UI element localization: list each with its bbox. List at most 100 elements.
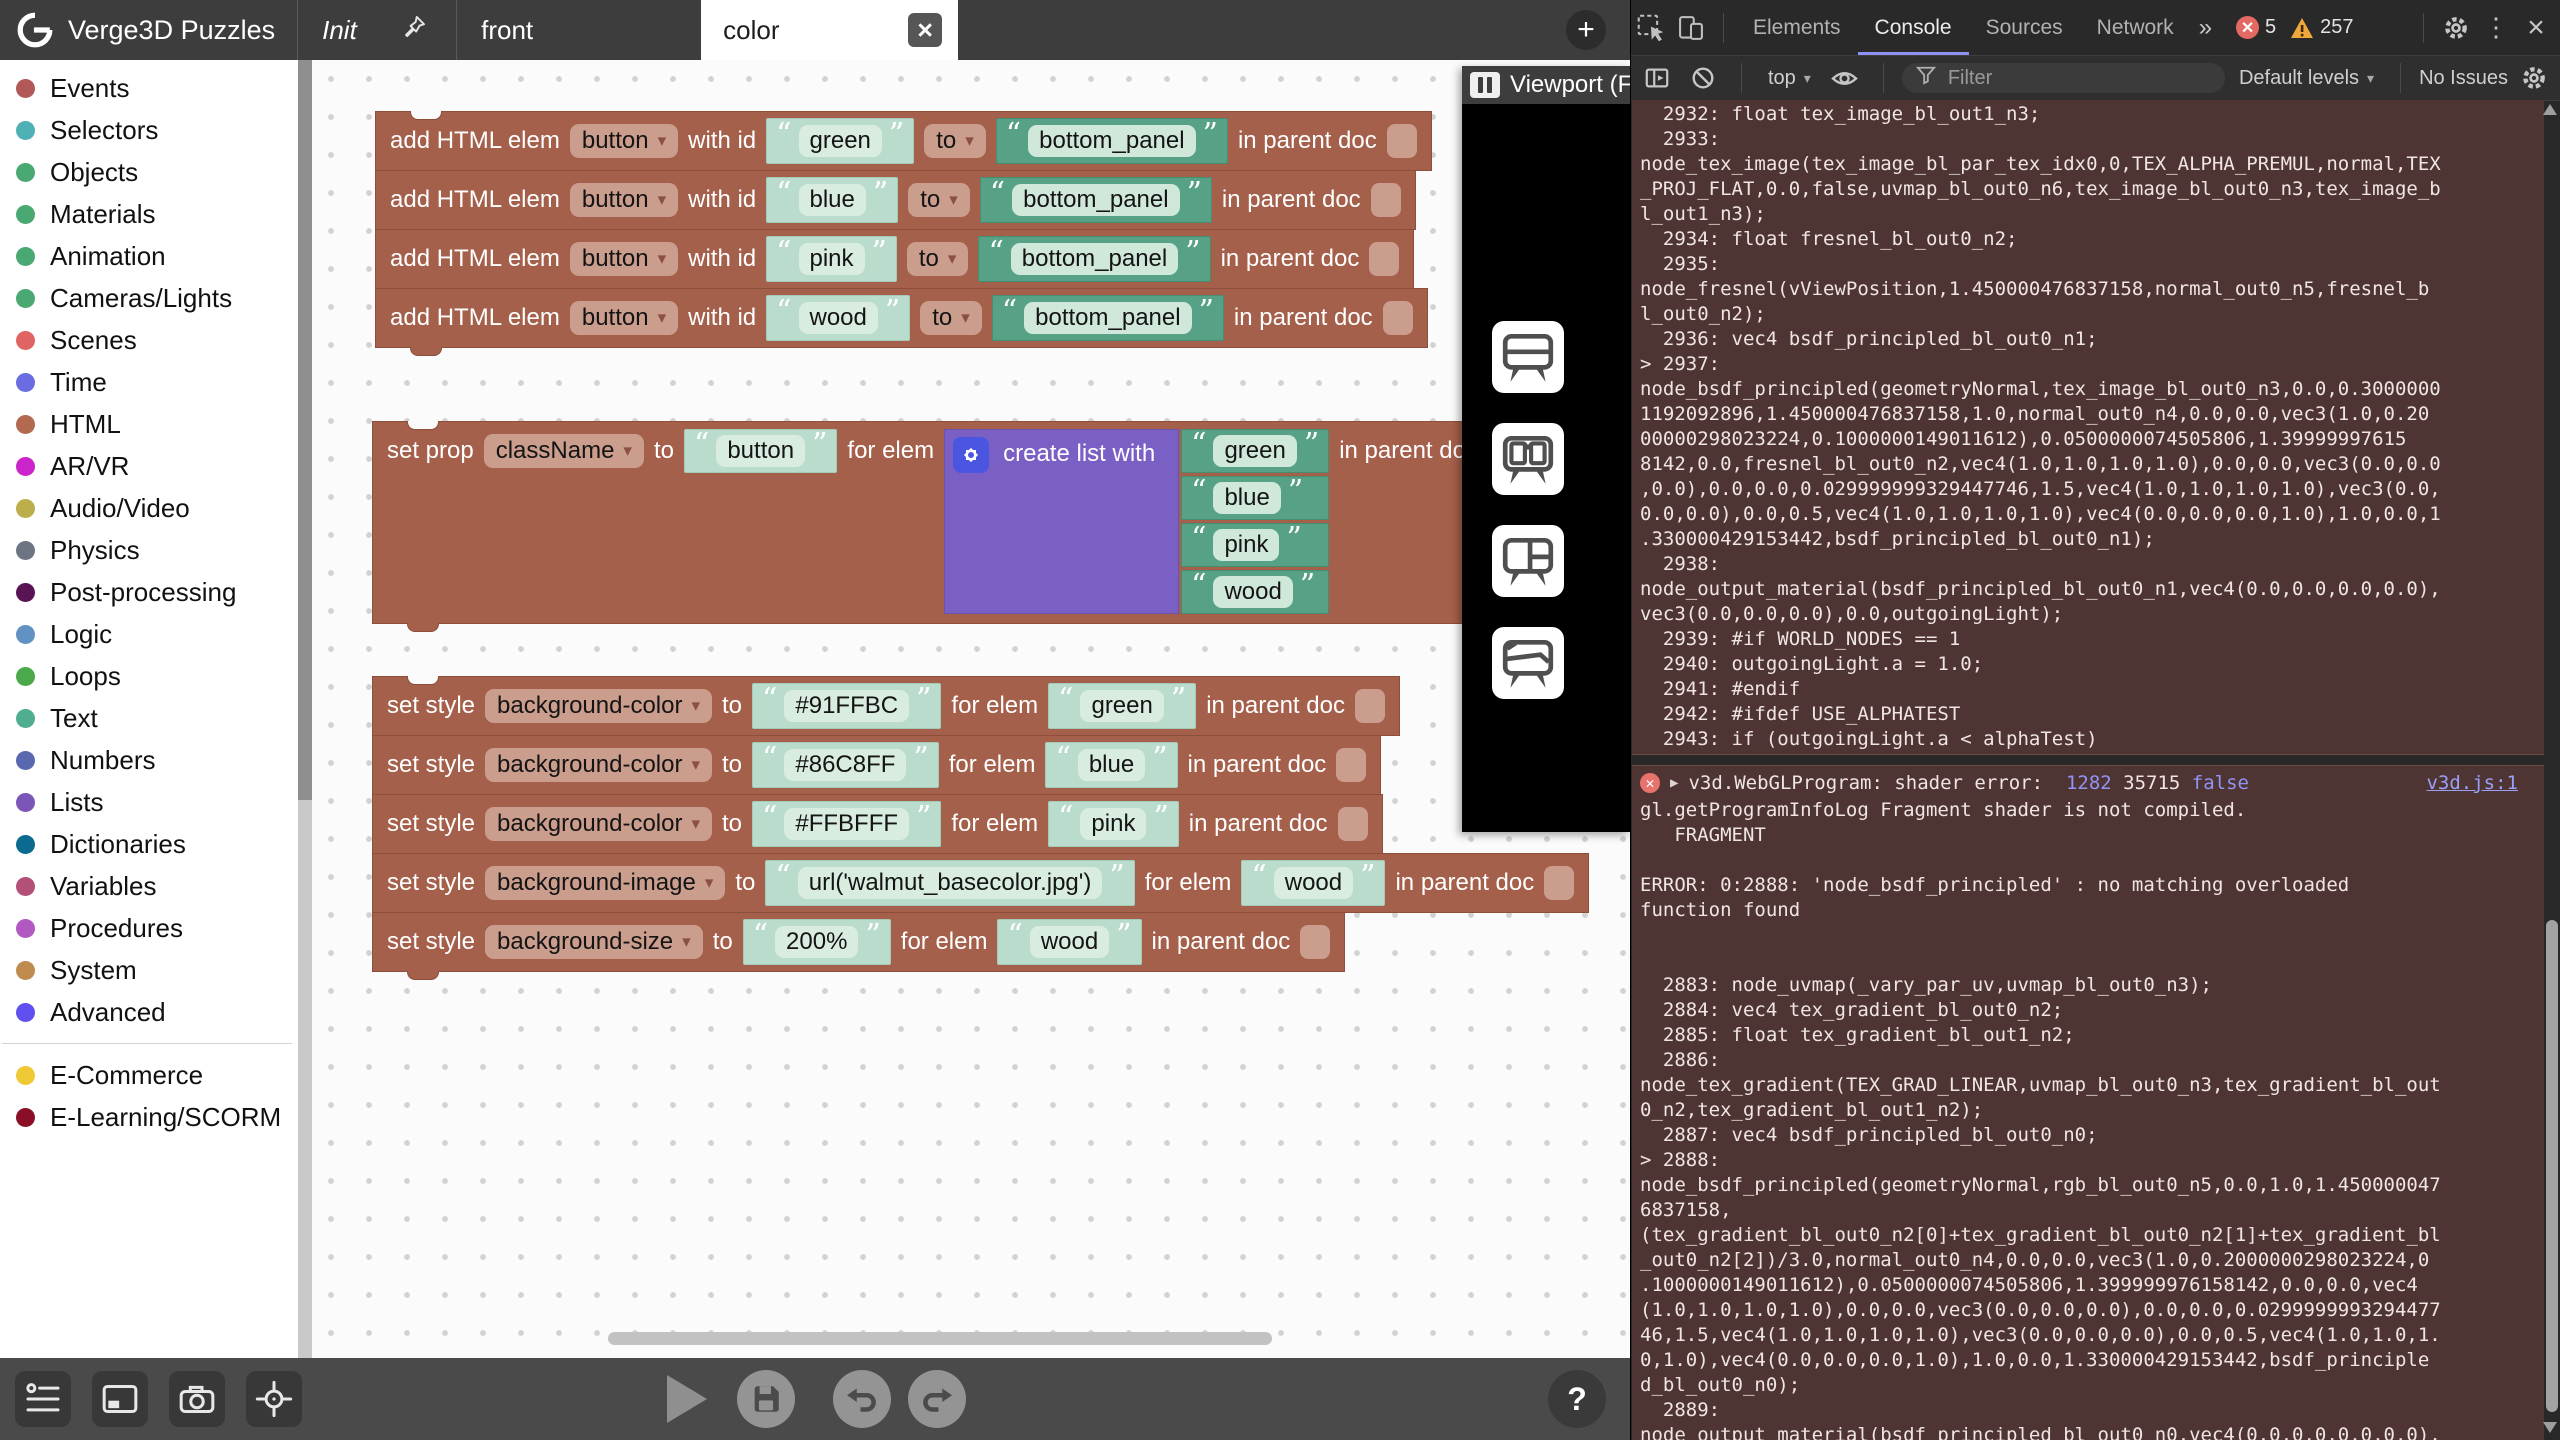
cabinet-open-doors-icon[interactable] bbox=[1492, 423, 1564, 495]
sidebar-item-system[interactable]: System bbox=[0, 949, 298, 991]
string-value-field[interactable]: green bbox=[1080, 690, 1163, 722]
string-value-field[interactable]: bottom_panel bbox=[1024, 302, 1191, 334]
puzzle-dropdown-field[interactable]: to▾ bbox=[907, 242, 969, 276]
puzzle-dropdown-field[interactable]: button▾ bbox=[570, 242, 678, 276]
puzzle-string-input[interactable]: “url('walmut_basecolor.jpg')” bbox=[765, 860, 1134, 906]
puzzle-string-input[interactable]: “blue” bbox=[766, 177, 898, 223]
in-parent-doc-checkbox[interactable] bbox=[1383, 301, 1413, 335]
list-mutator-gear-icon[interactable] bbox=[953, 437, 989, 473]
string-value-field[interactable]: #86C8FF bbox=[784, 749, 906, 781]
in-parent-doc-checkbox[interactable] bbox=[1355, 689, 1385, 723]
help-button[interactable]: ? bbox=[1548, 1370, 1606, 1428]
sidebar-item-loops[interactable]: Loops bbox=[0, 655, 298, 697]
in-parent-doc-checkbox[interactable] bbox=[1336, 748, 1366, 782]
puzzle-block[interactable]: set propclassName▾to“button”for elemcrea… bbox=[372, 421, 1533, 624]
console-filter-input[interactable]: Filter bbox=[1902, 63, 2225, 93]
devtools-tab-network[interactable]: Network bbox=[2080, 1, 2191, 55]
puzzle-string-input[interactable]: “pink” bbox=[1181, 523, 1329, 567]
more-tabs-chevron[interactable]: » bbox=[2191, 14, 2220, 42]
puzzle-dropdown-field[interactable]: background-color▾ bbox=[485, 689, 712, 723]
sidebar-item-events[interactable]: Events bbox=[0, 67, 298, 109]
puzzle-block[interactable]: set stylebackground-image▾to“url('walmut… bbox=[372, 853, 1589, 913]
devtools-kebab-menu-icon[interactable]: ⋮ bbox=[2476, 8, 2516, 48]
puzzle-string-input[interactable]: “bottom_panel” bbox=[980, 177, 1212, 223]
sidebar-item-dictionaries[interactable]: Dictionaries bbox=[0, 823, 298, 865]
sidebar-item-materials[interactable]: Materials bbox=[0, 193, 298, 235]
devtools-tab-console[interactable]: Console bbox=[1858, 1, 1969, 55]
issues-counter[interactable]: No Issues bbox=[2419, 67, 2508, 90]
puzzle-string-input[interactable]: “#86C8FF” bbox=[752, 742, 939, 788]
string-value-field[interactable]: bottom_panel bbox=[1012, 184, 1179, 216]
log-levels-selector[interactable]: Default levels ▾ bbox=[2231, 67, 2382, 90]
string-value-field[interactable]: wood bbox=[1274, 867, 1353, 899]
sidebar-item-logic[interactable]: Logic bbox=[0, 613, 298, 655]
string-value-field[interactable]: green bbox=[799, 125, 882, 157]
scrollbar-up-arrow[interactable] bbox=[2543, 104, 2557, 115]
sidebar-item-ar-vr[interactable]: AR/VR bbox=[0, 445, 298, 487]
cabinet-two-drawers-icon[interactable] bbox=[1492, 321, 1564, 393]
close-tab-icon[interactable]: × bbox=[908, 13, 942, 47]
scrollbar-down-arrow[interactable] bbox=[2543, 1422, 2557, 1433]
puzzle-block[interactable]: set stylebackground-color▾to“#86C8FF”for… bbox=[372, 735, 1381, 795]
sidebar-item-numbers[interactable]: Numbers bbox=[0, 739, 298, 781]
puzzle-block[interactable]: add HTML elembutton▾with id“green”to▾“bo… bbox=[375, 111, 1432, 171]
puzzle-string-input[interactable]: “wood” bbox=[1181, 570, 1329, 614]
sidebar-item-objects[interactable]: Objects bbox=[0, 151, 298, 193]
sidebar-item-lists[interactable]: Lists bbox=[0, 781, 298, 823]
save-button[interactable] bbox=[737, 1370, 795, 1428]
sidebar-item-procedures[interactable]: Procedures bbox=[0, 907, 298, 949]
puzzle-string-input[interactable]: “wood” bbox=[997, 919, 1141, 965]
execution-context-selector[interactable]: top ▾ bbox=[1760, 67, 1819, 90]
sidebar-item-variables[interactable]: Variables bbox=[0, 865, 298, 907]
puzzle-string-input[interactable]: “green” bbox=[766, 118, 914, 164]
puzzle-string-input[interactable]: “green” bbox=[1181, 429, 1329, 473]
puzzle-string-input[interactable]: “pink” bbox=[1048, 801, 1179, 847]
puzzle-block[interactable]: add HTML elembutton▾with id“pink”to▾“bot… bbox=[375, 229, 1414, 289]
devtools-settings-gear-icon[interactable] bbox=[2436, 8, 2476, 48]
string-value-field[interactable]: pink bbox=[1080, 808, 1146, 840]
puzzle-block[interactable]: set stylebackground-color▾to“#91FFBC”for… bbox=[372, 676, 1400, 736]
puzzle-string-input[interactable]: “bottom_panel” bbox=[996, 118, 1228, 164]
device-toolbar-icon[interactable] bbox=[1671, 8, 1711, 48]
viewport-3d-view[interactable] bbox=[1462, 104, 1630, 832]
expand-triangle-icon[interactable]: ▶ bbox=[1670, 771, 1678, 796]
in-parent-doc-checkbox[interactable] bbox=[1369, 242, 1399, 276]
console-settings-gear-icon[interactable] bbox=[2514, 58, 2554, 98]
sidebar-item-animation[interactable]: Animation bbox=[0, 235, 298, 277]
string-value-field[interactable]: blue bbox=[1078, 749, 1145, 781]
sidebar-item-text[interactable]: Text bbox=[0, 697, 298, 739]
puzzle-string-input[interactable]: “bottom_panel” bbox=[992, 295, 1224, 341]
puzzle-string-input[interactable]: “#91FFBC” bbox=[752, 683, 941, 729]
sidebar-item-cameras-lights[interactable]: Cameras/Lights bbox=[0, 277, 298, 319]
puzzle-dropdown-field[interactable]: className▾ bbox=[484, 434, 644, 468]
sidebar-item-scenes[interactable]: Scenes bbox=[0, 319, 298, 361]
puzzle-string-input[interactable]: “wood” bbox=[1241, 860, 1385, 906]
clear-console-icon[interactable] bbox=[1683, 58, 1723, 98]
puzzle-string-input[interactable]: “blue” bbox=[1181, 476, 1329, 520]
sidebar-item-advanced[interactable]: Advanced bbox=[0, 991, 298, 1033]
puzzle-string-input[interactable]: “button” bbox=[684, 429, 837, 473]
puzzle-dropdown-field[interactable]: to▾ bbox=[920, 301, 982, 335]
string-value-field[interactable]: blue bbox=[799, 184, 866, 216]
puzzle-dropdown-field[interactable]: button▾ bbox=[570, 124, 678, 158]
tab-init[interactable]: Init bbox=[298, 0, 456, 60]
string-value-field[interactable]: #91FFBC bbox=[784, 690, 909, 722]
puzzles-list-menu-button[interactable] bbox=[15, 1371, 71, 1427]
puzzle-dropdown-field[interactable]: background-image▾ bbox=[485, 866, 725, 900]
sidebar-item-audio-video[interactable]: Audio/Video bbox=[0, 487, 298, 529]
devtools-tab-sources[interactable]: Sources bbox=[1969, 1, 2080, 55]
string-value-field[interactable]: green bbox=[1213, 435, 1296, 467]
puzzle-string-input[interactable]: “wood” bbox=[766, 295, 910, 341]
string-value-field[interactable]: url('walmut_basecolor.jpg') bbox=[798, 867, 1103, 899]
string-value-field[interactable]: 200% bbox=[775, 926, 858, 958]
console-sidebar-toggle-icon[interactable] bbox=[1637, 58, 1677, 98]
create-list-block[interactable]: create list with“green”“blue”“pink”“wood… bbox=[944, 429, 1329, 614]
puzzle-dropdown-field[interactable]: background-color▾ bbox=[485, 748, 712, 782]
sidebar-item-physics[interactable]: Physics bbox=[0, 529, 298, 571]
console-error-header[interactable]: ✕ ▶ v3d.WebGLProgram: shader error: 1282… bbox=[1640, 768, 2544, 798]
puzzle-block[interactable]: set stylebackground-size▾to“200%”for ele… bbox=[372, 912, 1345, 972]
puzzle-string-input[interactable]: “pink” bbox=[766, 236, 897, 282]
devtools-scrollbar-thumb[interactable] bbox=[2546, 920, 2558, 1412]
editor-window-button[interactable] bbox=[92, 1371, 148, 1427]
string-value-field[interactable]: bottom_panel bbox=[1028, 125, 1195, 157]
